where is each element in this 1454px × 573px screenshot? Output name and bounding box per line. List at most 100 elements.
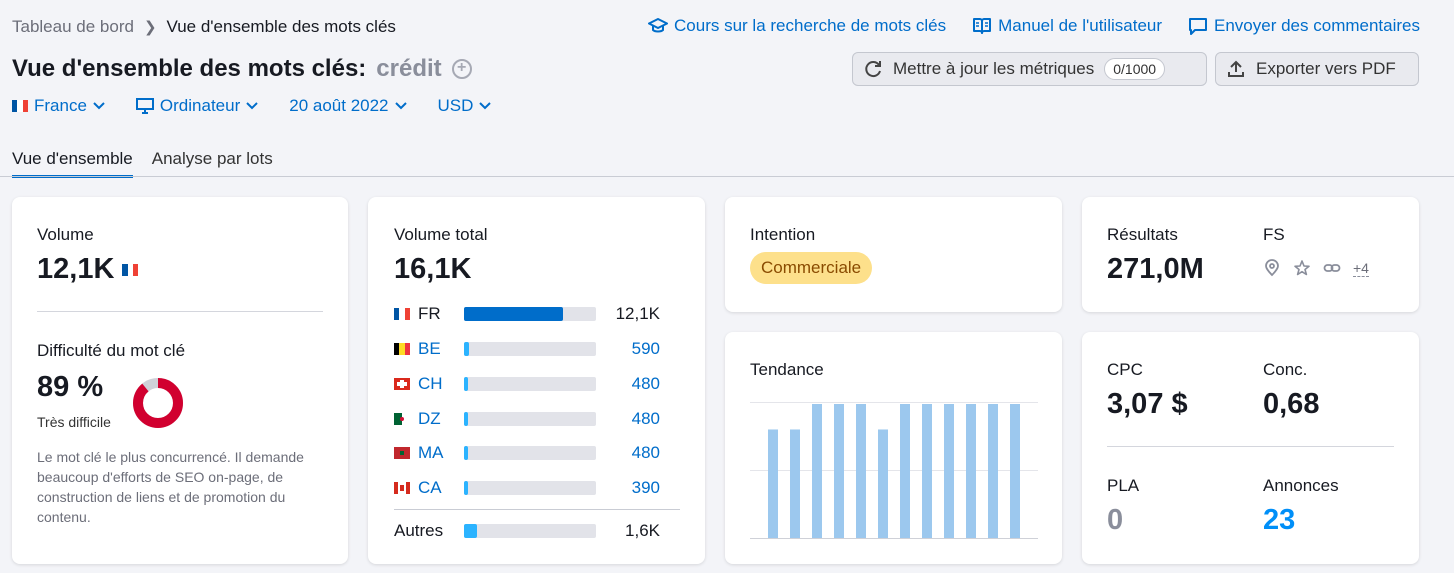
france-flag-icon xyxy=(394,308,410,320)
country-volume-bar xyxy=(464,446,596,460)
algeria-flag-icon xyxy=(394,413,410,425)
country-code[interactable]: BE xyxy=(418,339,464,359)
france-flag-icon xyxy=(12,100,28,112)
breadcrumb-home-link[interactable]: Tableau de bord xyxy=(12,17,134,37)
trend-card: Tendance xyxy=(725,332,1062,564)
country-row[interactable]: MA 480 xyxy=(394,443,684,463)
intent-badge: Commerciale xyxy=(750,252,873,284)
difficulty-description: Le mot clé le plus concurrencé. Il deman… xyxy=(37,449,304,525)
country-volume-value[interactable]: 480 xyxy=(632,409,660,429)
tab-bulk-analysis[interactable]: Analyse par lots xyxy=(152,149,273,178)
pla-value: 0 xyxy=(1107,504,1124,536)
chevron-down-icon xyxy=(93,102,105,110)
volume-difficulty-card: Volume 12,1K Difficulté du mot clé 89 % … xyxy=(12,197,348,564)
trend-bar[interactable] xyxy=(812,404,822,538)
device-filter[interactable]: Ordinateur xyxy=(135,96,258,116)
graduation-cap-icon xyxy=(648,18,669,33)
chat-icon xyxy=(1189,18,1208,35)
trend-bar[interactable] xyxy=(790,429,800,538)
country-volume-value[interactable]: 480 xyxy=(632,443,660,463)
others-volume-bar xyxy=(464,524,596,538)
ads-label: Annonces xyxy=(1263,476,1339,495)
country-row[interactable]: CH 480 xyxy=(394,374,684,394)
results-value: 271,0M xyxy=(1107,253,1204,285)
link-icon[interactable] xyxy=(1323,259,1341,277)
trend-bar[interactable] xyxy=(966,404,976,538)
trend-bar[interactable] xyxy=(768,429,778,538)
trend-bar[interactable] xyxy=(878,429,888,538)
results-card: Résultats 271,0M FS +4 xyxy=(1082,197,1419,312)
trend-bar[interactable] xyxy=(900,404,910,538)
trend-bar[interactable] xyxy=(856,404,866,538)
star-icon[interactable] xyxy=(1293,259,1311,277)
tab-overview[interactable]: Vue d'ensemble xyxy=(12,149,133,178)
cpc-value: 3,07 $ xyxy=(1107,388,1188,420)
difficulty-donut-chart xyxy=(133,378,183,428)
trend-bar[interactable] xyxy=(834,404,844,538)
others-row: Autres 1,6K xyxy=(394,521,684,541)
country-volume-bar xyxy=(464,342,596,356)
country-volume-value[interactable]: 480 xyxy=(632,374,660,394)
breadcrumb: Tableau de bord ❯ Vue d'ensemble des mot… xyxy=(12,17,396,37)
feedback-link[interactable]: Envoyer des commentaires xyxy=(1188,16,1420,36)
export-pdf-button[interactable]: Exporter vers PDF xyxy=(1215,52,1419,86)
trend-bar[interactable] xyxy=(1010,404,1020,538)
others-volume-bar-fill xyxy=(464,524,478,538)
page-title-keyword: crédit xyxy=(376,55,442,82)
update-metrics-label: Mettre à jour les métriques xyxy=(893,59,1095,78)
trend-label: Tendance xyxy=(750,360,824,379)
chevron-down-icon xyxy=(394,102,407,110)
country-volume-bar xyxy=(464,377,596,391)
chevron-down-icon xyxy=(246,102,258,110)
serp-features: +4 xyxy=(1263,259,1369,277)
manual-link[interactable]: Manuel de l'utilisateur xyxy=(972,16,1162,36)
trend-bar[interactable] xyxy=(922,404,932,538)
france-flag-icon xyxy=(122,263,139,276)
book-icon xyxy=(973,18,992,34)
country-row: FR 12,1K xyxy=(394,304,684,324)
country-volume-value[interactable]: 390 xyxy=(632,478,660,498)
trend-bar[interactable] xyxy=(944,404,954,538)
divider xyxy=(37,311,323,312)
pla-label: PLA xyxy=(1107,476,1140,495)
country-row[interactable]: DZ 480 xyxy=(394,409,684,429)
cpc-label: CPC xyxy=(1107,360,1143,379)
difficulty-donut-arc xyxy=(133,378,183,428)
country-volume-bar xyxy=(464,307,596,321)
country-code[interactable]: CH xyxy=(418,374,464,394)
refresh-icon xyxy=(865,61,881,78)
date-filter[interactable]: 20 août 2022 xyxy=(289,96,407,116)
currency-filter[interactable]: USD xyxy=(438,96,492,116)
country-volume-value: 12,1K xyxy=(615,304,660,323)
cpc-card: CPC 3,07 $ Conc. 0,68 PLA 0 Annonces 23 xyxy=(1082,332,1419,564)
trend-bar[interactable] xyxy=(988,404,998,538)
canada-flag-icon xyxy=(394,482,410,494)
country-filter[interactable]: France xyxy=(12,96,105,116)
country-volume-value[interactable]: 590 xyxy=(632,339,660,359)
country-code[interactable]: CA xyxy=(418,478,464,498)
difficulty-label: Difficulté du mot clé xyxy=(37,341,186,360)
country-row[interactable]: BE 590 xyxy=(394,339,684,359)
belgium-flag-icon xyxy=(394,343,410,355)
country-code[interactable]: MA xyxy=(418,443,464,463)
add-keyword-icon[interactable]: + xyxy=(451,59,472,79)
tabs-divider xyxy=(0,176,1454,177)
location-pin-icon[interactable] xyxy=(1263,259,1281,277)
ads-value[interactable]: 23 xyxy=(1263,504,1295,537)
trend-chart xyxy=(750,402,1038,539)
divider xyxy=(394,509,680,510)
others-label: Autres xyxy=(394,521,444,540)
filters-bar: France Ordinateur 20 août 2022 USD xyxy=(12,96,492,116)
serp-features-more[interactable]: +4 xyxy=(1353,260,1369,277)
country-volume-bar xyxy=(464,481,596,495)
morocco-flag-icon xyxy=(394,447,410,459)
switzerland-flag-icon xyxy=(394,378,410,390)
country-code[interactable]: DZ xyxy=(418,409,464,429)
date-filter-label: 20 août 2022 xyxy=(289,96,389,115)
total-volume-value: 16,1K xyxy=(394,253,472,285)
country-row[interactable]: CA 390 xyxy=(394,478,684,498)
page-title-prefix: Vue d'ensemble des mots clés: xyxy=(12,55,367,82)
course-link[interactable]: Cours sur la recherche de mots clés xyxy=(648,16,946,36)
competition-label: Conc. xyxy=(1263,360,1308,379)
update-metrics-button[interactable]: Mettre à jour les métriques 0/1000 xyxy=(852,52,1207,86)
